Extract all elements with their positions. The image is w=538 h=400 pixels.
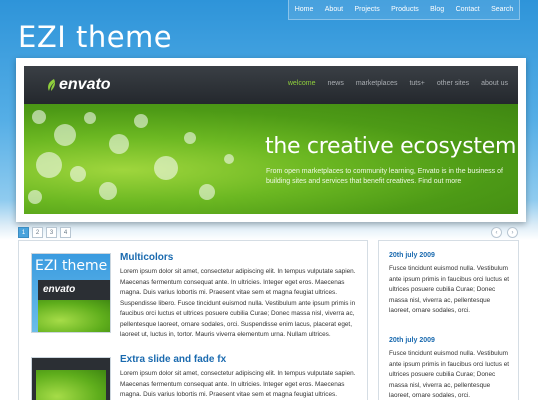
- pager-1[interactable]: 1: [18, 227, 29, 238]
- slide-green-bokeh: [24, 104, 518, 214]
- envato-wordmark: envato: [59, 76, 111, 93]
- post-thumbnail[interactable]: EZI theme envato: [31, 253, 111, 333]
- sidebar-date[interactable]: 20th july 2009: [389, 337, 513, 344]
- nav-products[interactable]: Products: [391, 6, 419, 13]
- nav-contact[interactable]: Contact: [456, 6, 480, 13]
- prev-arrow-icon[interactable]: ‹: [491, 227, 502, 238]
- slide-description: From open marketplaces to community lear…: [266, 168, 503, 185]
- slide-menu-welcome: welcome: [287, 80, 316, 87]
- nav-about[interactable]: About: [325, 6, 343, 13]
- slide-menu-marketplaces: marketplaces: [355, 80, 398, 87]
- site-logo[interactable]: EZI theme: [18, 20, 172, 54]
- post-thumbnail[interactable]: [31, 357, 111, 400]
- sidebar-text: Fusce tincidunt euismod nulla. Vestibulu…: [389, 350, 510, 399]
- sidebar-entry: 20th july 2009 Fusce tincidunt euismod n…: [389, 252, 513, 317]
- nav-blog[interactable]: Blog: [430, 6, 444, 13]
- pager-3[interactable]: 3: [46, 227, 57, 238]
- post-title[interactable]: Multicolors: [120, 252, 173, 263]
- thumbnail-brand: envato: [43, 284, 76, 295]
- slide-image[interactable]: envato welcome news marketplaces tuts+ o…: [24, 66, 518, 214]
- pager-2[interactable]: 2: [32, 227, 43, 238]
- sidebar-text: Fusce tincidunt euismod nulla. Vestibulu…: [389, 265, 510, 314]
- post-body: Lorem ipsum dolor sit amet, consectetur …: [120, 370, 356, 398]
- next-arrow-icon[interactable]: ›: [507, 227, 518, 238]
- slide-menu-news: news: [327, 80, 344, 87]
- slide-menu: welcome news marketplaces tuts+ other si…: [288, 80, 508, 87]
- slide-menu-tuts: tuts+: [409, 80, 425, 87]
- sidebar-date[interactable]: 20th july 2009: [389, 252, 513, 259]
- top-navigation: Home About Projects Products Blog Contac…: [288, 0, 520, 20]
- pager-4[interactable]: 4: [60, 227, 71, 238]
- slide-menu-about-us: about us: [481, 80, 508, 87]
- post-title[interactable]: Extra slide and fade fx: [120, 354, 226, 365]
- nav-home[interactable]: Home: [295, 6, 314, 13]
- leaf-icon: [48, 79, 55, 91]
- slide-title: the creative ecosystem: [265, 134, 517, 159]
- slider-arrows: ‹ ›: [491, 227, 518, 238]
- thumbnail-logo: EZI theme: [35, 258, 108, 274]
- slide-header-bar: envato welcome news marketplaces tuts+ o…: [24, 66, 518, 104]
- slider-frame: envato welcome news marketplaces tuts+ o…: [16, 58, 526, 222]
- thumbnail-slide: envato: [38, 280, 110, 332]
- envato-logo: envato: [46, 76, 111, 94]
- slide-menu-other-sites: other sites: [436, 80, 470, 87]
- slider-pager: 1 2 3 4: [18, 227, 71, 238]
- sidebar-entry: 20th july 2009 Fusce tincidunt euismod n…: [389, 337, 513, 400]
- post-body: Lorem ipsum dolor sit amet, consectetur …: [120, 268, 356, 338]
- main-content: EZI theme envato Multicolors Lorem ipsum…: [18, 240, 368, 400]
- nav-projects[interactable]: Projects: [354, 6, 379, 13]
- sidebar: 20th july 2009 Fusce tincidunt euismod n…: [378, 240, 519, 400]
- nav-search[interactable]: Search: [491, 6, 513, 13]
